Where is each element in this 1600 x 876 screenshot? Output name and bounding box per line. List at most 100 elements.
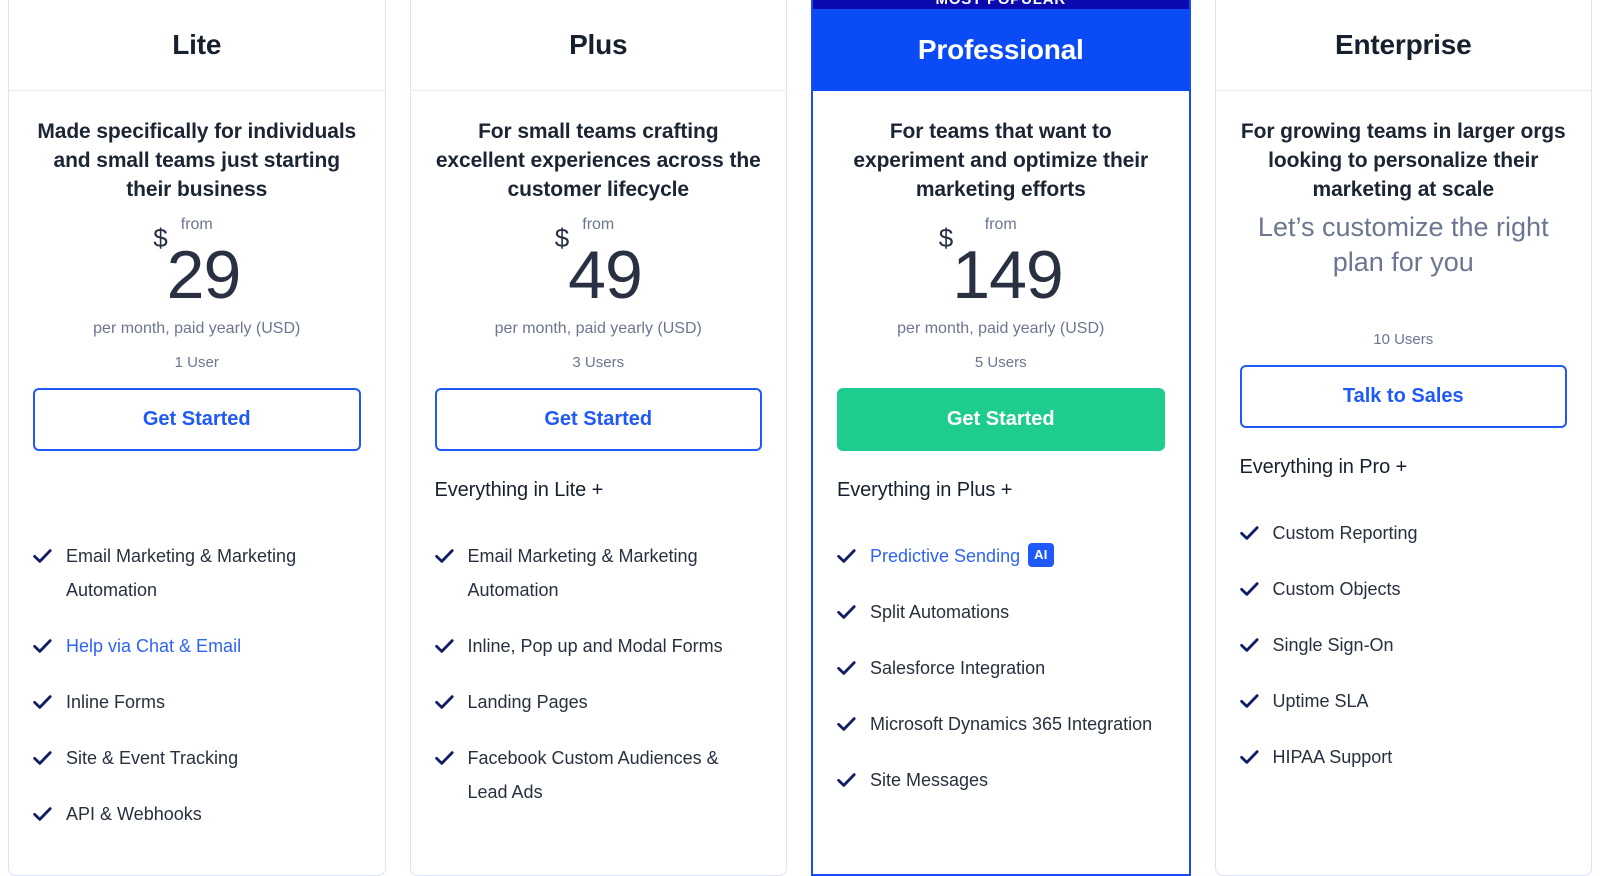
price-amount: 29 <box>166 237 242 313</box>
check-icon <box>1239 628 1259 662</box>
check-icon <box>837 763 856 797</box>
plan-card-plus: Plus For small teams crafting excellent e… <box>409 0 787 876</box>
plan-card-lite: Lite Made specifically for individuals an… <box>8 0 386 876</box>
currency-symbol: $ <box>554 223 570 253</box>
plan-header: Plus <box>410 0 786 91</box>
feature-list: Predictive Sending AI Split Automations Sal… <box>837 539 1165 797</box>
feature-item: Site Messages <box>837 763 1165 797</box>
check-icon <box>1239 572 1259 606</box>
feature-item: Single Sign-On <box>1239 628 1568 662</box>
feature-label: Email Marketing & Marketing Automation <box>66 539 361 607</box>
feature-item: Split Automations <box>837 595 1165 629</box>
feature-text: Single Sign-On <box>1272 635 1394 655</box>
feature-text: HIPAA Support <box>1272 747 1393 767</box>
feature-item: Landing Pages <box>434 685 763 719</box>
price: $49 <box>435 225 763 313</box>
everything-included-label: Everything in Lite + <box>434 479 604 501</box>
feature-label: Email Marketing & Marketing Automation <box>468 539 763 607</box>
plan-body: Made specifically for individuals and sm… <box>9 91 385 875</box>
feature-text: Email Marketing & Marketing Automation <box>66 546 297 600</box>
plan-name: Lite <box>172 29 222 60</box>
price-note: per month, paid yearly (USD) <box>93 320 301 337</box>
plan-name: Professional <box>917 34 1084 65</box>
check-icon <box>434 629 454 663</box>
everything-included-label: Everything in Pro + <box>1239 456 1408 478</box>
check-icon <box>434 741 454 775</box>
feature-label: Custom Reporting <box>1273 516 1568 550</box>
price-amount: 149 <box>952 237 1063 313</box>
feature-text: Landing Pages <box>467 692 588 712</box>
feature-list: Custom Reporting Custom Objects Single Sig… <box>1239 516 1568 774</box>
get-started-button[interactable]: Get Started <box>837 388 1165 451</box>
feature-text: Custom Objects <box>1272 579 1401 599</box>
feature-text: Salesforce Integration <box>870 658 1046 678</box>
everything-included-label: Everything in Plus + <box>837 479 1013 501</box>
feature-label: Uptime SLA <box>1273 684 1568 718</box>
feature-item: Email Marketing & Marketing Automation <box>33 539 361 607</box>
custom-price-text: Let’s customize the right plan for you <box>1257 212 1549 277</box>
feature-label: API & Webhooks <box>66 797 361 831</box>
check-icon <box>1239 684 1259 718</box>
feature-item: Custom Objects <box>1239 572 1568 606</box>
check-icon <box>1239 516 1259 550</box>
check-icon <box>33 539 52 573</box>
feature-label: Facebook Custom Audiences & Lead Ads <box>468 741 763 809</box>
plan-description: For growing teams in larger orgs looking… <box>1240 120 1566 201</box>
feature-label[interactable]: Help via Chat & Email <box>66 629 361 663</box>
feature-label: Landing Pages <box>468 685 763 719</box>
feature-text: Microsoft Dynamics 365 Integration <box>870 714 1153 734</box>
get-started-button[interactable]: Get Started <box>434 388 762 451</box>
feature-text: Email Marketing & Marketing Automation <box>467 546 698 600</box>
feature-item: Microsoft Dynamics 365 Integration <box>837 707 1165 741</box>
plan-description: For small teams crafting excellent exper… <box>435 120 761 201</box>
check-icon <box>33 629 52 663</box>
seat-count: 5 Users <box>974 354 1027 371</box>
plan-header: Enterprise <box>1215 0 1591 91</box>
from-label: from <box>180 216 213 233</box>
plan-description: For teams that want to experiment and op… <box>853 120 1149 201</box>
feature-item: API & Webhooks <box>33 797 361 831</box>
check-icon <box>33 741 52 775</box>
feature-text: Custom Reporting <box>1272 523 1418 543</box>
plan-description: Made specifically for individuals and sm… <box>37 120 357 201</box>
feature-label: Salesforce Integration <box>870 651 1165 685</box>
feature-label: Inline, Pop up and Modal Forms <box>468 629 763 663</box>
feature-item: Site & Event Tracking <box>33 741 361 775</box>
plan-body: For small teams crafting excellent exper… <box>411 91 787 875</box>
feature-item: Uptime SLA <box>1239 684 1568 718</box>
feature-label: Single Sign-On <box>1273 628 1568 662</box>
get-started-button[interactable]: Get Started <box>33 388 361 451</box>
plan-card-enterprise: Enterprise For growing teams in larger or… <box>1214 0 1592 876</box>
feature-item: HIPAA Support <box>1239 740 1568 774</box>
price-amount: 49 <box>568 237 643 313</box>
plan-header: Lite <box>9 0 385 91</box>
feature-label[interactable]: Predictive Sending AI <box>870 539 1165 573</box>
ai-badge: AI <box>1028 543 1054 567</box>
pricing-plan-grid: Lite Made specifically for individuals an… <box>0 0 1600 876</box>
feature-label: Inline Forms <box>66 685 361 719</box>
feature-text: Predictive Sending <box>870 546 1021 566</box>
check-icon <box>33 685 52 719</box>
feature-label: Split Automations <box>870 595 1165 629</box>
feature-item: Inline Forms <box>33 685 361 719</box>
feature-list: Email Marketing & Marketing Automation In… <box>434 539 763 809</box>
check-icon <box>837 707 856 741</box>
feature-text: Site Messages <box>870 770 989 790</box>
check-icon <box>434 685 454 719</box>
price-note: per month, paid yearly (USD) <box>897 320 1105 337</box>
feature-text: Site & Event Tracking <box>66 748 239 768</box>
check-icon <box>837 539 856 573</box>
feature-text: Uptime SLA <box>1272 691 1369 711</box>
talk-to-sales-button[interactable]: Talk to Sales <box>1239 365 1567 428</box>
feature-item: Salesforce Integration <box>837 651 1165 685</box>
feature-label: Site & Event Tracking <box>66 741 361 775</box>
feature-item: Inline, Pop up and Modal Forms <box>434 629 763 663</box>
feature-text: API & Webhooks <box>66 804 202 824</box>
check-icon <box>1239 740 1259 774</box>
currency-symbol: $ <box>938 223 954 253</box>
feature-list: Email Marketing & Marketing Automation He… <box>33 539 361 831</box>
seat-count: 1 User <box>174 354 219 371</box>
check-icon <box>837 595 856 629</box>
most-popular-badge: MOST POPULAR <box>813 0 1189 9</box>
check-icon <box>33 797 52 831</box>
